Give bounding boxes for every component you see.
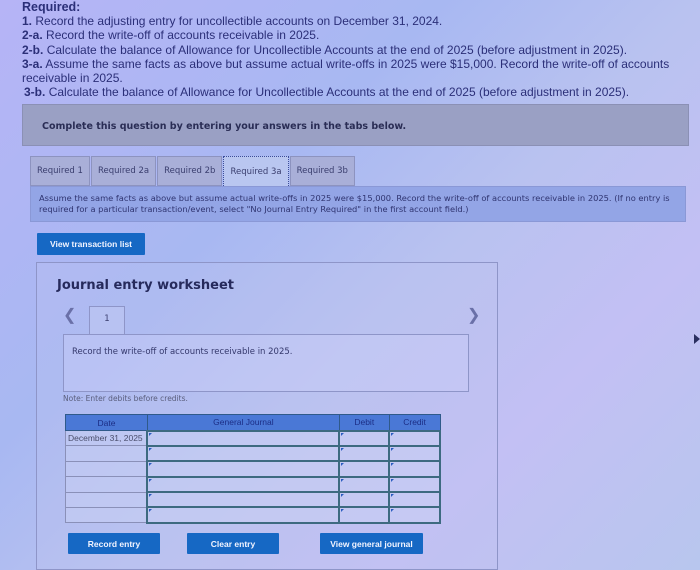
tab-required-2a[interactable]: Required 2a [90,156,157,186]
header-debit: Debit [338,414,390,431]
credit-input[interactable] [388,429,441,447]
debit-input[interactable] [338,491,391,509]
credit-input[interactable] [388,444,441,463]
account-input[interactable] [146,491,341,509]
record-entry-button[interactable]: Record entry [68,533,160,554]
chevron-right-icon[interactable]: ❯ [467,305,480,325]
credit-input[interactable] [388,491,441,509]
table-row [65,444,441,463]
account-input[interactable] [146,475,341,494]
requirement-tabs: Required 1 Required 2a Required 2b Requi… [30,156,356,186]
tab-required-3a[interactable]: Required 3a [223,156,289,186]
table-row [65,475,441,494]
requirement-item: 3-a. Assume the same facts as above but … [22,56,670,86]
journal-table: Date General Journal Debit Credit Decemb… [65,414,441,524]
requirement-item: 3-b. Calculate the balance of Allowance … [24,85,630,100]
debit-input[interactable] [338,506,391,524]
header-credit: Credit [388,414,441,431]
worksheet-description: Record the write-off of accounts receiva… [63,334,469,392]
table-row [65,460,441,478]
header-general-journal: General Journal [146,414,340,431]
debit-input[interactable] [338,444,391,463]
requirement-item: 1. Record the adjusting entry for uncoll… [22,14,443,29]
debit-input[interactable] [338,475,391,494]
debit-input[interactable] [338,460,391,478]
tab-required-2b[interactable]: Required 2b [157,156,223,186]
view-general-journal-button[interactable]: View general journal [320,533,423,554]
date-cell: December 31, 2025 [65,429,148,447]
credit-input[interactable] [388,475,441,494]
table-row [65,506,441,524]
account-input[interactable] [146,506,341,524]
date-cell [65,460,148,478]
account-input[interactable] [146,444,341,463]
header-date: Date [65,414,148,431]
page-next-arrow-icon[interactable] [694,334,700,344]
requirements-section: Required: 1. Record the adjusting entry … [22,0,698,99]
table-row [65,491,441,509]
journal-entry-worksheet: Journal entry worksheet ❮ 1 ❯ Record the… [36,262,498,570]
date-cell [65,476,148,493]
date-cell [65,506,148,524]
worksheet-note: Note: Enter debits before credits. [63,394,188,403]
tab-required-1[interactable]: Required 1 [30,156,90,186]
credit-input[interactable] [388,506,441,524]
clear-entry-button[interactable]: Clear entry [187,533,279,554]
worksheet-step-tab[interactable]: 1 [89,306,125,334]
worksheet-title: Journal entry worksheet [57,278,234,293]
debit-input[interactable] [338,429,391,447]
view-transaction-list-button[interactable]: View transaction list [37,233,145,255]
chevron-left-icon[interactable]: ❮ [63,305,76,325]
table-row: December 31, 2025 [65,429,441,447]
tab-panel-instructions: Assume the same facts as above but assum… [30,186,686,222]
date-cell [65,445,148,462]
requirement-item: 2-b. Calculate the balance of Allowance … [22,42,628,57]
account-input[interactable] [146,460,341,478]
requirements-title: Required: [22,0,81,14]
credit-input[interactable] [388,460,441,478]
date-cell [65,491,148,508]
instruction-banner: Complete this question by entering your … [22,104,689,146]
account-input[interactable] [146,429,341,447]
tab-required-3b[interactable]: Required 3b [289,156,355,186]
requirement-item: 2-a. Record the write-off of accounts re… [22,28,320,43]
